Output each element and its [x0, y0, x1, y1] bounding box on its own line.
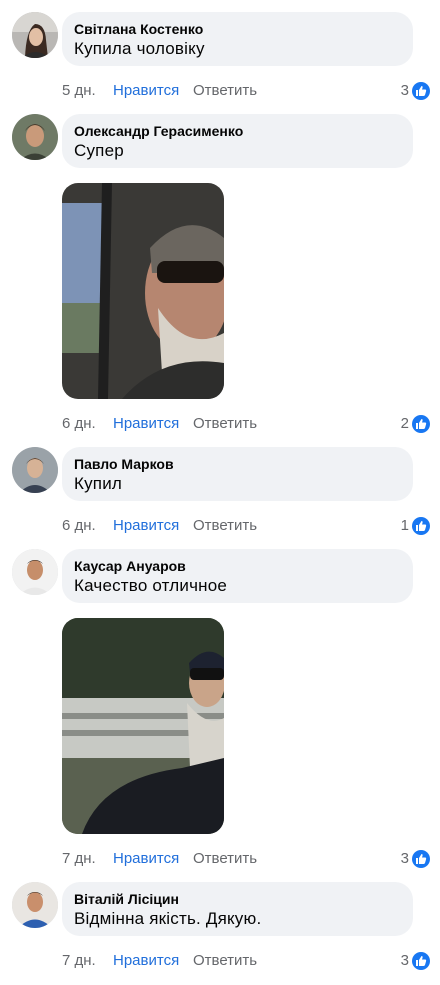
comment-actions: 5 дн. Нравится Ответить 3 — [62, 81, 430, 101]
comment-time[interactable]: 6 дн. — [62, 414, 96, 434]
comment-author[interactable]: Віталій Лісіцин — [74, 890, 401, 908]
reaction-count: 3 — [400, 82, 409, 99]
comment-bubble: Олександр Герасименко Супер — [62, 114, 413, 168]
photo-attachment[interactable] — [62, 183, 224, 399]
like-button[interactable]: Нравится — [113, 849, 179, 869]
reaction-summary[interactable]: 2 — [401, 414, 430, 434]
comment-time[interactable]: 7 дн. — [62, 849, 96, 869]
comment-time[interactable]: 7 дн. — [62, 951, 96, 971]
like-button[interactable]: Нравится — [113, 81, 179, 101]
reply-button[interactable]: Ответить — [193, 414, 257, 434]
reply-button[interactable]: Ответить — [193, 81, 257, 101]
comment-author[interactable]: Павло Марков — [74, 455, 401, 473]
comment-text: Купил — [74, 474, 123, 493]
reaction-summary[interactable]: 1 — [401, 516, 430, 536]
thumbs-up-icon — [412, 850, 430, 868]
comment-actions: 7 дн. Нравится Ответить 3 — [62, 951, 430, 971]
thumbs-up-icon — [412, 82, 430, 100]
reaction-summary[interactable]: 3 — [401, 951, 430, 971]
thumbs-up-icon — [412, 517, 430, 535]
comment-actions: 7 дн. Нравится Ответить 3 — [62, 849, 430, 869]
comment-text: Купила чоловіку — [74, 39, 205, 58]
reaction-count: 1 — [400, 517, 409, 534]
comment-author[interactable]: Олександр Герасименко — [74, 122, 401, 140]
comment-time[interactable]: 6 дн. — [62, 516, 96, 536]
thumbs-up-icon — [412, 952, 430, 970]
like-button[interactable]: Нравится — [113, 951, 179, 971]
reply-button[interactable]: Ответить — [193, 951, 257, 971]
comment-text: Відмінна якість. Дякую. — [74, 909, 262, 928]
like-button[interactable]: Нравится — [113, 414, 179, 434]
comment-bubble: Каусар Ануаров Качество отличное — [62, 549, 413, 603]
comment-actions: 6 дн. Нравится Ответить 2 — [62, 414, 430, 434]
reaction-count: 3 — [400, 952, 409, 969]
avatar[interactable] — [12, 12, 58, 58]
reaction-summary[interactable]: 3 — [401, 81, 430, 101]
comment-text: Супер — [74, 141, 124, 160]
thumbs-up-icon — [412, 415, 430, 433]
comment-bubble: Світлана Костенко Купила чоловіку — [62, 12, 413, 66]
photo-attachment[interactable] — [62, 618, 224, 834]
reply-button[interactable]: Ответить — [193, 516, 257, 536]
avatar[interactable] — [12, 882, 58, 928]
reaction-count: 3 — [400, 850, 409, 867]
like-button[interactable]: Нравится — [113, 516, 179, 536]
comments-feed: Світлана Костенко Купила чоловіку 5 дн. … — [0, 0, 440, 985]
avatar[interactable] — [12, 447, 58, 493]
comment-author[interactable]: Світлана Костенко — [74, 20, 401, 38]
comment-actions: 6 дн. Нравится Ответить 1 — [62, 516, 430, 536]
reply-button[interactable]: Ответить — [193, 849, 257, 869]
comment-author[interactable]: Каусар Ануаров — [74, 557, 401, 575]
comment-bubble: Павло Марков Купил — [62, 447, 413, 501]
comment-time[interactable]: 5 дн. — [62, 81, 96, 101]
avatar[interactable] — [12, 114, 58, 160]
avatar[interactable] — [12, 549, 58, 595]
comment-text: Качество отличное — [74, 576, 228, 595]
comment-bubble: Віталій Лісіцин Відмінна якість. Дякую. — [62, 882, 413, 936]
reaction-count: 2 — [400, 415, 409, 432]
reaction-summary[interactable]: 3 — [401, 849, 430, 869]
